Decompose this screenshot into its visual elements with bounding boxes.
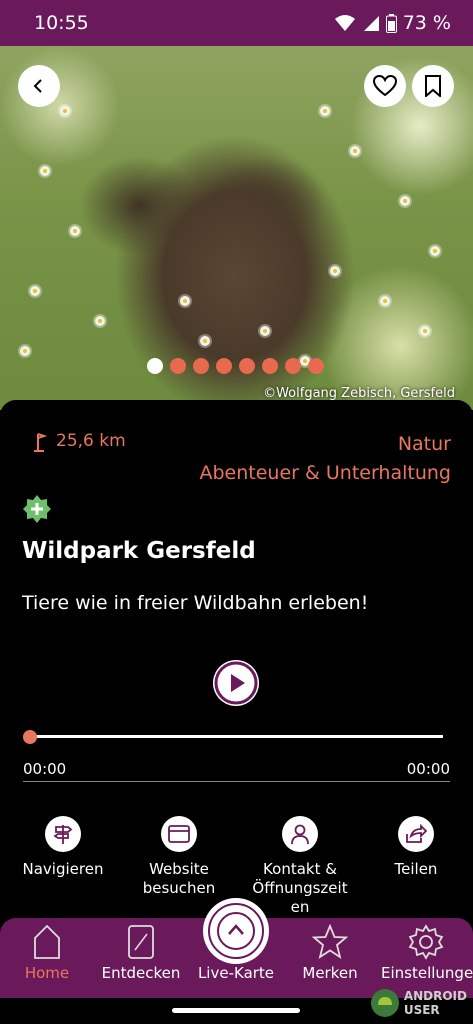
share-label: Teilen: [394, 860, 438, 878]
browser-icon: [168, 825, 190, 843]
status-bar: 10:55 73 %: [0, 0, 473, 46]
carousel-dot[interactable]: [239, 358, 255, 374]
category-primary: Natur: [397, 433, 451, 455]
route-icon: [34, 433, 48, 452]
audio-duration: 00:00: [406, 760, 450, 778]
audio-progress-track[interactable]: [30, 735, 443, 738]
status-time: 10:55: [34, 12, 89, 34]
bookmark-button[interactable]: [412, 65, 454, 107]
person-icon: [291, 824, 309, 845]
nav-discover[interactable]: Entdecken: [96, 924, 186, 982]
status-icons: 73 %: [334, 12, 451, 34]
carousel-dot[interactable]: [147, 358, 163, 374]
website-label: Website besuchen: [142, 860, 216, 897]
back-button[interactable]: [18, 65, 60, 107]
play-button[interactable]: [213, 660, 259, 706]
nav-settings-label: Einstellunge: [381, 964, 473, 982]
nav-home[interactable]: Home: [2, 924, 92, 982]
share-icon: [406, 824, 427, 843]
nav-saved[interactable]: Merken: [285, 924, 375, 982]
place-subtitle: Tiere wie in freier Wildbahn erleben!: [22, 592, 369, 614]
hero-image[interactable]: ©Wolfgang Zebisch, Gersfeld: [0, 46, 473, 410]
category-secondary: Abenteuer & Unterhaltung: [199, 462, 452, 484]
nav-saved-label: Merken: [302, 964, 358, 982]
carousel-dot[interactable]: [285, 358, 301, 374]
audio-elapsed: 00:00: [23, 760, 67, 778]
family-badge-icon: [23, 495, 51, 523]
map-phone-icon: [128, 925, 154, 959]
gear-icon: [408, 924, 444, 960]
home-icon: [34, 924, 60, 959]
detail-sheet: 25,6 km Natur Abenteuer & Unterhaltung W…: [0, 400, 473, 920]
wifi-icon: [334, 15, 355, 31]
star-icon: [312, 924, 348, 960]
website-button[interactable]: Website besuchen: [119, 816, 239, 898]
nav-live-map-label: Live-Karte: [197, 964, 275, 982]
carousel-dot[interactable]: [308, 358, 324, 374]
heart-icon: [373, 75, 397, 97]
nav-home-label: Home: [24, 964, 70, 982]
android-logo-icon: [370, 989, 399, 1017]
nav-discover-label: Entdecken: [101, 964, 181, 982]
nav-settings[interactable]: Einstellunge: [381, 924, 473, 982]
audio-progress-handle[interactable]: [23, 730, 37, 744]
play-icon: [214, 661, 258, 705]
carousel-dot[interactable]: [216, 358, 232, 374]
carousel-dot[interactable]: [262, 358, 278, 374]
distance: 25,6 km: [30, 430, 126, 452]
live-map-button[interactable]: [203, 898, 269, 964]
share-button[interactable]: Teilen: [356, 816, 473, 879]
navigate-button[interactable]: Navigieren: [3, 816, 123, 879]
battery-percent: 73 %: [402, 12, 451, 34]
watermark-line2: USER: [403, 1003, 440, 1017]
distance-value: 25,6 km: [56, 431, 126, 451]
watermark-line1: ANDROID: [403, 989, 467, 1003]
signal-icon: [363, 16, 379, 31]
favorite-button[interactable]: [364, 65, 406, 107]
bookmark-icon: [425, 75, 441, 97]
carousel-indicator[interactable]: [147, 358, 324, 374]
divider: [23, 781, 450, 782]
categories: Natur Abenteuer & Unterhaltung: [200, 430, 452, 488]
carousel-dot[interactable]: [193, 358, 209, 374]
signpost-icon: [53, 825, 73, 844]
watermark: ANDROID USER: [370, 988, 467, 1018]
photo-credit: ©Wolfgang Zebisch, Gersfeld: [263, 386, 455, 401]
battery-icon: [385, 13, 397, 33]
target-icon: [208, 903, 264, 959]
chevron-left-icon: [33, 79, 42, 93]
carousel-dot[interactable]: [170, 358, 186, 374]
place-title: Wildpark Gersfeld: [22, 538, 256, 564]
navigate-label: Navigieren: [22, 860, 104, 878]
